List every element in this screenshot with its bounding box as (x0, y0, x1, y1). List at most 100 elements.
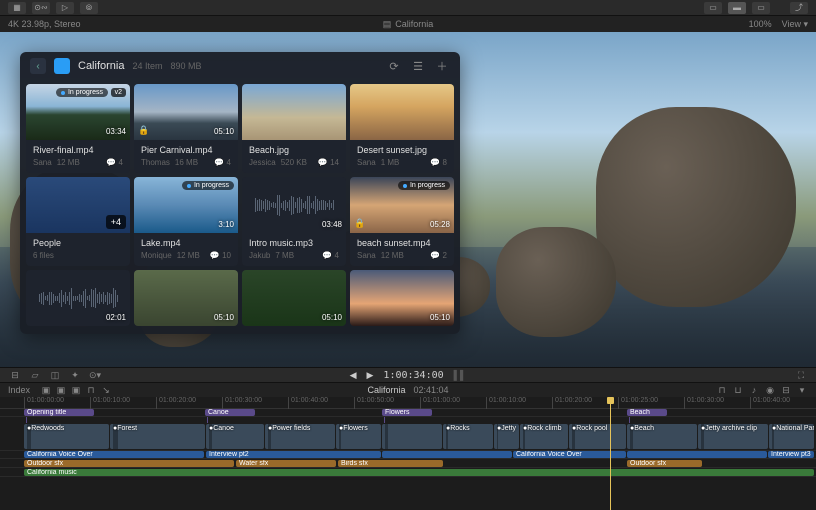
video-clip[interactable] (382, 424, 442, 449)
media-tile[interactable]: In progress3:10 Lake.mp4 Monique 12 MB 💬… (134, 177, 238, 266)
media-tile[interactable]: 02:01 (26, 270, 130, 326)
comment-count: 💬 4 (214, 158, 231, 167)
music-track[interactable]: California music (0, 469, 816, 477)
playhead[interactable] (610, 397, 611, 510)
sfx-clip[interactable]: Outdoor sfx (24, 460, 234, 467)
lock-icon: 🔒 (138, 125, 149, 136)
layout-btn-1[interactable]: ▭ (704, 2, 722, 14)
trim-icon[interactable]: ⊟ (8, 370, 22, 381)
video-clip[interactable]: ●Beach (627, 424, 697, 449)
sfx-clip[interactable]: Birds sfx (338, 460, 443, 467)
video-clip[interactable]: ●Redwoods (24, 424, 109, 449)
timeline-ruler[interactable]: 01:00:00:0001:00:10:0001:00:20:0001:00:3… (0, 397, 816, 409)
audio-skim-icon[interactable]: ♪ (748, 385, 760, 395)
titles-track[interactable]: Opening title Canoe Flowers Beach (0, 409, 816, 417)
ruler-tick: 01:00:50:00 (354, 397, 394, 409)
ruler-tick: 01:00:30:00 (684, 397, 724, 409)
audio-clip[interactable]: Interview pt3 (768, 451, 814, 458)
video-clip[interactable]: ●Jetty archive clip (698, 424, 768, 449)
tile-size: 7 MB (275, 251, 294, 260)
media-tile[interactable]: 🔒05:10 Pier Carnival.mp4 Thomas 16 MB 💬 … (134, 84, 238, 173)
audio-clip[interactable] (382, 451, 512, 458)
play-button[interactable]: ▶ (367, 370, 374, 381)
skim-icon[interactable]: ⊔ (732, 385, 744, 395)
duration-badge: 05:10 (214, 313, 234, 322)
list-view-icon[interactable]: ☰ (410, 58, 426, 74)
select-icon[interactable]: ▱ (28, 370, 42, 381)
audio-clip[interactable]: Interview pt2 (206, 451, 381, 458)
insert-icon[interactable]: ▣ (40, 385, 52, 395)
audio-clip[interactable]: California Voice Over (24, 451, 204, 458)
media-tile[interactable]: Desert sunset.jpg Sana 1 MB 💬 8 (350, 84, 454, 173)
media-tile[interactable]: 03:48 Intro music.mp3 Jakub 7 MB 💬 4 (242, 177, 346, 266)
media-tile[interactable]: Beach.jpg Jessica 520 KB 💬 14 (242, 84, 346, 173)
view-menu[interactable]: View ▾ (782, 19, 808, 30)
video-clip[interactable]: ●Forest (110, 424, 205, 449)
film-icon: ▤ (383, 19, 392, 30)
tool-icon[interactable]: ↘ (100, 385, 112, 395)
append-icon[interactable]: ▣ (55, 385, 67, 395)
video-clip[interactable]: ●Canoe (206, 424, 264, 449)
audio-clip[interactable] (627, 451, 767, 458)
video-clip[interactable]: ●Flowers (336, 424, 381, 449)
step-icon[interactable]: ▌▌ (454, 370, 467, 380)
video-clip[interactable]: ●Jetty (494, 424, 519, 449)
video-track[interactable]: ●Redwoods●Forest●Canoe●Power fields●Flow… (0, 423, 816, 451)
folder-icon (54, 58, 70, 74)
add-icon[interactable]: ＋ (434, 58, 450, 74)
video-clip[interactable]: ●Power fields (265, 424, 335, 449)
media-tile[interactable]: In progress🔒05:28 beach sunset.mp4 Sana … (350, 177, 454, 266)
zoom-label[interactable]: 100% (749, 19, 772, 29)
video-clip[interactable]: ●Rock pool (569, 424, 626, 449)
browser-back-button[interactable]: ‹ (30, 58, 46, 74)
title-clip[interactable]: Flowers (382, 409, 432, 416)
tile-author: Sana (33, 158, 52, 167)
video-clip[interactable]: ●National Park (769, 424, 814, 449)
snap2-icon[interactable]: ⊟ (780, 385, 792, 395)
clip-label: ●Rocks (446, 425, 470, 432)
dialogue-track[interactable]: California Voice OverInterview pt2Califo… (0, 451, 816, 459)
enhance-icon[interactable]: ✦ (68, 370, 82, 381)
effects-icon[interactable]: ⦾ (80, 2, 98, 14)
layout-btn-3[interactable]: ▭ (752, 2, 770, 14)
timecode: 1:00:34:00 (383, 370, 443, 381)
title-clip[interactable]: Beach (627, 409, 667, 416)
title-clip[interactable]: Canoe (205, 409, 255, 416)
media-tile[interactable]: 05:10 (242, 270, 346, 326)
tile-author: Sana (357, 158, 376, 167)
library-icon[interactable]: ▦ (8, 2, 26, 14)
layout-btn-2[interactable]: ▬ (728, 2, 746, 14)
sfx-clip[interactable]: Outdoor sfx (627, 460, 702, 467)
timeline[interactable]: 01:00:00:0001:00:10:0001:00:20:0001:00:3… (0, 397, 816, 510)
media-tile[interactable]: 05:10 (350, 270, 454, 326)
progress-badge: In progress (56, 88, 108, 97)
sfx-track[interactable]: Outdoor sfxWater sfxBirds sfxOutdoor sfx (0, 460, 816, 468)
duration-badge: 03:48 (322, 220, 342, 229)
sync-icon[interactable]: ⟳ (386, 58, 402, 74)
tile-size: 12 MB (177, 251, 200, 260)
snap-icon[interactable]: ⊓ (716, 385, 728, 395)
ruler-tick: 01:00:40:00 (750, 397, 790, 409)
overwrite-icon[interactable]: ▣ (70, 385, 82, 395)
retime-icon[interactable]: ⊙▾ (88, 370, 102, 381)
keyword-icon[interactable]: ⊙∾ (32, 2, 50, 14)
media-tile[interactable]: 05:10 (134, 270, 238, 326)
media-tile[interactable]: In progressv203:34 River-final.mp4 Sana … (26, 84, 130, 173)
filter-icon[interactable]: ▷ (56, 2, 74, 14)
share-icon[interactable]: ⤴ (790, 2, 808, 14)
video-clip[interactable]: ●Rocks (443, 424, 493, 449)
fullscreen-icon[interactable]: ⛶ (794, 370, 808, 381)
index-button[interactable]: Index (8, 385, 30, 395)
tile-size: 16 MB (175, 158, 198, 167)
sfx-clip[interactable]: Water sfx (236, 460, 336, 467)
solo-icon[interactable]: ◉ (764, 385, 776, 395)
duration-badge: 05:28 (430, 220, 450, 229)
crop-icon[interactable]: ◫ (48, 370, 62, 381)
media-tile[interactable]: +4 People 6 files (26, 177, 130, 266)
video-clip[interactable]: ●Rock climb (520, 424, 568, 449)
tl-settings-icon[interactable]: ▾ (796, 385, 808, 395)
music-clip[interactable]: California music (24, 469, 814, 476)
title-clip[interactable]: Opening title (24, 409, 94, 416)
connect-icon[interactable]: ⊓ (85, 385, 97, 395)
play-prev-icon[interactable]: ◀ (350, 370, 357, 381)
